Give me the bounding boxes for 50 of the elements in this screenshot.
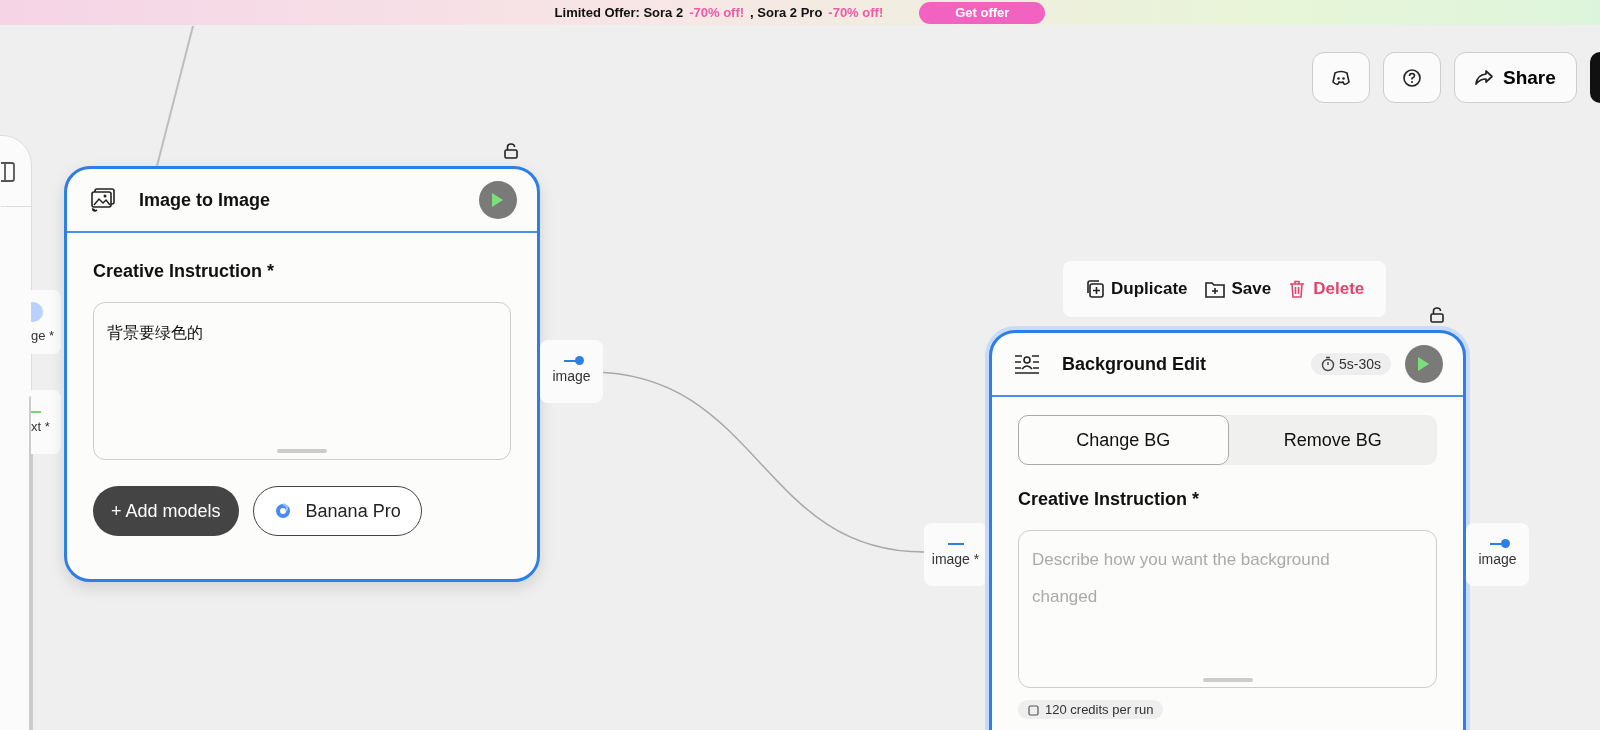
share-button[interactable]: Share <box>1454 52 1577 103</box>
delete-button[interactable]: Delete <box>1287 279 1365 299</box>
instruction-field[interactable]: 背景要绿色的 <box>93 302 511 460</box>
model-chip[interactable]: Banana Pro <box>252 486 422 536</box>
output-port[interactable]: image <box>1466 523 1529 586</box>
model-logo-icon <box>273 502 292 520</box>
image-convert-icon <box>89 187 117 213</box>
port-label: xt * <box>31 418 50 434</box>
promo-text: -70% off! <box>689 5 745 20</box>
discord-button[interactable] <box>1312 52 1370 103</box>
mode-tab[interactable]: Remove BG <box>1228 415 1437 465</box>
save-button[interactable]: Save <box>1203 279 1272 299</box>
folder-plus-icon <box>1203 279 1226 299</box>
port-label: image * <box>931 550 980 567</box>
dark-button[interactable] <box>1590 52 1600 103</box>
duplicate-icon <box>1085 279 1105 299</box>
node-title: Image to Image <box>139 189 272 211</box>
input-port[interactable]: xt * <box>31 390 61 454</box>
input-port[interactable]: ge * <box>31 290 61 354</box>
add-models-button[interactable]: + Add models <box>93 486 239 536</box>
run-button[interactable] <box>1405 345 1443 383</box>
lock-icon[interactable] <box>1428 306 1446 324</box>
play-icon <box>490 192 504 208</box>
play-icon <box>1416 356 1430 372</box>
share-icon <box>1473 67 1495 88</box>
promo-text: -70% off! <box>828 5 884 20</box>
credits-badge: 120 credits per run <box>1018 700 1164 719</box>
promo-text: , Sora 2 Pro <box>750 5 823 20</box>
promo-text: Limited Offer: Sora 2 <box>554 5 684 20</box>
background-edit-icon <box>1014 353 1040 375</box>
sidebar-icon[interactable] <box>1 162 15 182</box>
duration-badge: 5s-30s <box>1310 353 1391 375</box>
node-title: Background Edit <box>1062 353 1207 375</box>
duplicate-button[interactable]: Duplicate <box>1085 279 1188 299</box>
help-button[interactable] <box>1383 52 1441 103</box>
input-port[interactable]: image * <box>924 523 987 586</box>
node-card[interactable]: Image to Image Creative Instruction * 背景要绿色的 + Add models Banana Pro <box>64 166 540 582</box>
port-label: image <box>1478 550 1517 567</box>
run-button[interactable] <box>479 181 517 219</box>
mode-tab[interactable]: Change BG <box>1018 415 1229 465</box>
port-label: image <box>552 367 591 384</box>
lock-icon[interactable] <box>502 142 520 160</box>
instruction-field[interactable]: Describe how you want the background changed <box>1018 530 1437 688</box>
discord-icon <box>1331 69 1351 86</box>
help-icon <box>1402 67 1422 88</box>
field-label: Creative Instruction * <box>93 261 276 282</box>
scroll-bar[interactable] <box>29 396 33 730</box>
field-label: Creative Instruction * <box>1018 489 1201 510</box>
port-label: ge * <box>31 327 55 343</box>
output-port[interactable]: image <box>540 340 603 403</box>
